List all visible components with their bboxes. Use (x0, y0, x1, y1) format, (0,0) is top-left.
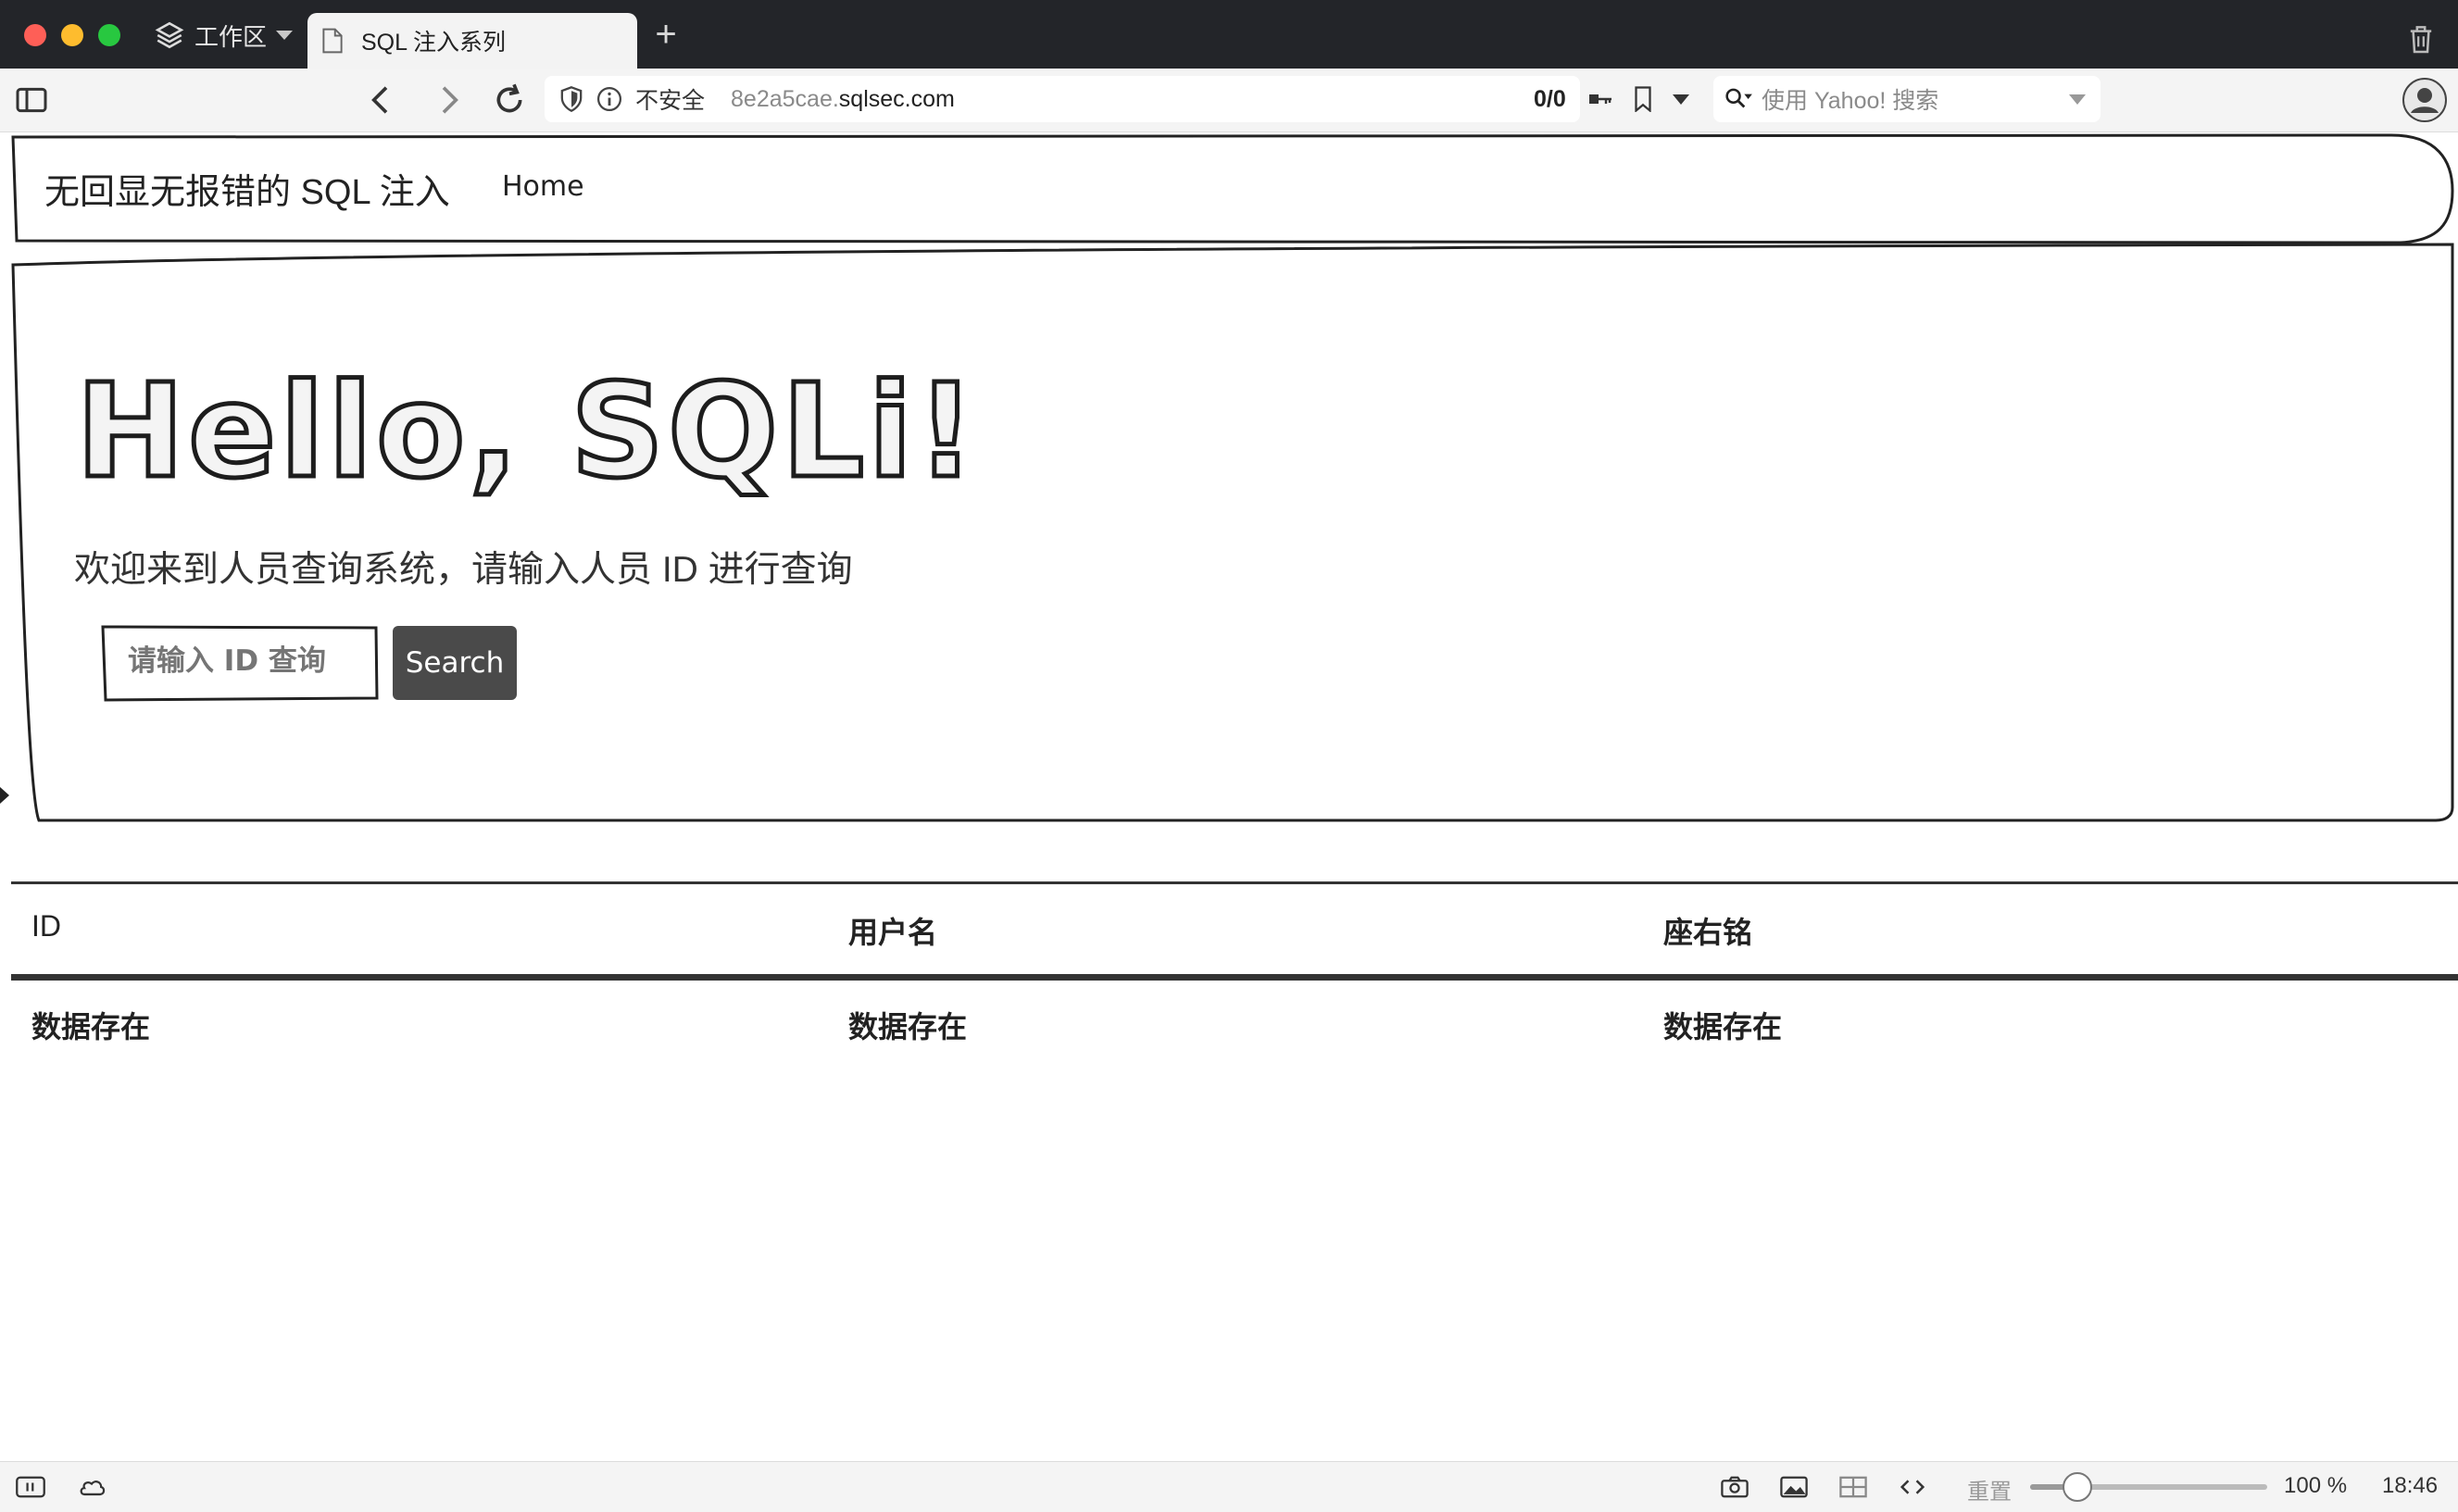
jumbotron-frame (11, 243, 2454, 822)
url-text: 8e2a5cae.sqlsec.com (731, 85, 955, 112)
search-button[interactable]: Search (393, 626, 517, 700)
zoom-window-button[interactable] (98, 24, 120, 46)
search-engine-box[interactable]: 使用 Yahoo! 搜索 (1713, 76, 2101, 122)
tab-title: SQL 注入系列 (361, 30, 507, 56)
table-top-border (11, 881, 2458, 884)
zoom-reset-button[interactable]: 重置 (1967, 1473, 2012, 1506)
address-dropdown-icon[interactable] (1673, 94, 1689, 105)
tab-sql-injection[interactable]: SQL 注入系列 (307, 13, 637, 69)
search-icon (1725, 88, 1752, 108)
zoom-slider[interactable] (2030, 1472, 2267, 1502)
workspace-layers-icon (155, 21, 184, 49)
page-counter: 0/0 (1534, 85, 1566, 112)
id-search-input[interactable] (104, 628, 372, 694)
shield-icon[interactable] (559, 86, 583, 112)
tab-bar: 工作区 SQL 注入系列 + (0, 0, 2458, 69)
bookmark-icon[interactable] (1634, 86, 1652, 112)
status-bar: 重置 100 % 18:46 (0, 1461, 2458, 1512)
camera-icon[interactable] (1719, 1473, 1750, 1501)
lead-text: 欢迎来到人员查询系统，请输入人员 ID 进行查询 (74, 550, 853, 590)
close-window-button[interactable] (24, 24, 46, 46)
code-icon[interactable] (1897, 1473, 1928, 1501)
info-icon[interactable] (596, 86, 622, 112)
zoom-level: 100 % (2284, 1473, 2348, 1498)
table-header-id: ID (31, 909, 61, 943)
panel-icon[interactable] (15, 1473, 46, 1501)
table-header-username: 用户名 (848, 916, 938, 949)
sidebar-toggle-icon[interactable] (13, 81, 50, 119)
table-cell: 数据存在 (31, 1010, 151, 1043)
trash-icon[interactable] (2408, 24, 2434, 54)
profile-icon[interactable] (2402, 78, 2447, 122)
layout-icon[interactable] (1837, 1473, 1869, 1501)
search-dropdown-icon[interactable] (2069, 94, 2086, 105)
image-icon[interactable] (1778, 1473, 1810, 1501)
zoom-slider-knob[interactable] (2063, 1472, 2093, 1502)
side-panel-arrow-icon[interactable] (0, 787, 9, 804)
search-placeholder: 使用 Yahoo! 搜索 (1762, 88, 1939, 114)
address-bar[interactable]: 不安全 8e2a5cae.sqlsec.com 0/0 (545, 76, 1689, 122)
chevron-down-icon (276, 31, 294, 40)
cloud-icon[interactable] (76, 1473, 107, 1501)
forward-icon[interactable] (430, 81, 467, 119)
minimize-window-button[interactable] (61, 24, 83, 46)
table-header-divider (11, 974, 2458, 981)
nav-link-home[interactable]: Home (502, 170, 584, 203)
navbar-brand[interactable]: 无回显无报错的 SQL 注入 (44, 163, 450, 214)
key-icon[interactable] (1587, 88, 1613, 110)
back-icon[interactable] (363, 81, 400, 119)
security-label: 不安全 (635, 88, 706, 114)
reload-icon[interactable] (491, 81, 528, 119)
browser-toolbar: 不安全 8e2a5cae.sqlsec.com 0/0 使用 Yahoo! 搜索 (0, 69, 2458, 132)
new-tab-icon[interactable]: + (648, 16, 683, 53)
table-cell: 数据存在 (848, 1010, 968, 1043)
workspace-menu[interactable]: 工作区 (154, 17, 294, 54)
table-cell: 数据存在 (1663, 1010, 1783, 1043)
workspace-label: 工作区 (194, 22, 268, 51)
table-header-motto: 座右铭 (1663, 916, 1753, 949)
document-icon (322, 28, 343, 54)
page-heading: Hello, SQLi! (73, 356, 980, 507)
clock: 18:46 (2382, 1473, 2439, 1498)
